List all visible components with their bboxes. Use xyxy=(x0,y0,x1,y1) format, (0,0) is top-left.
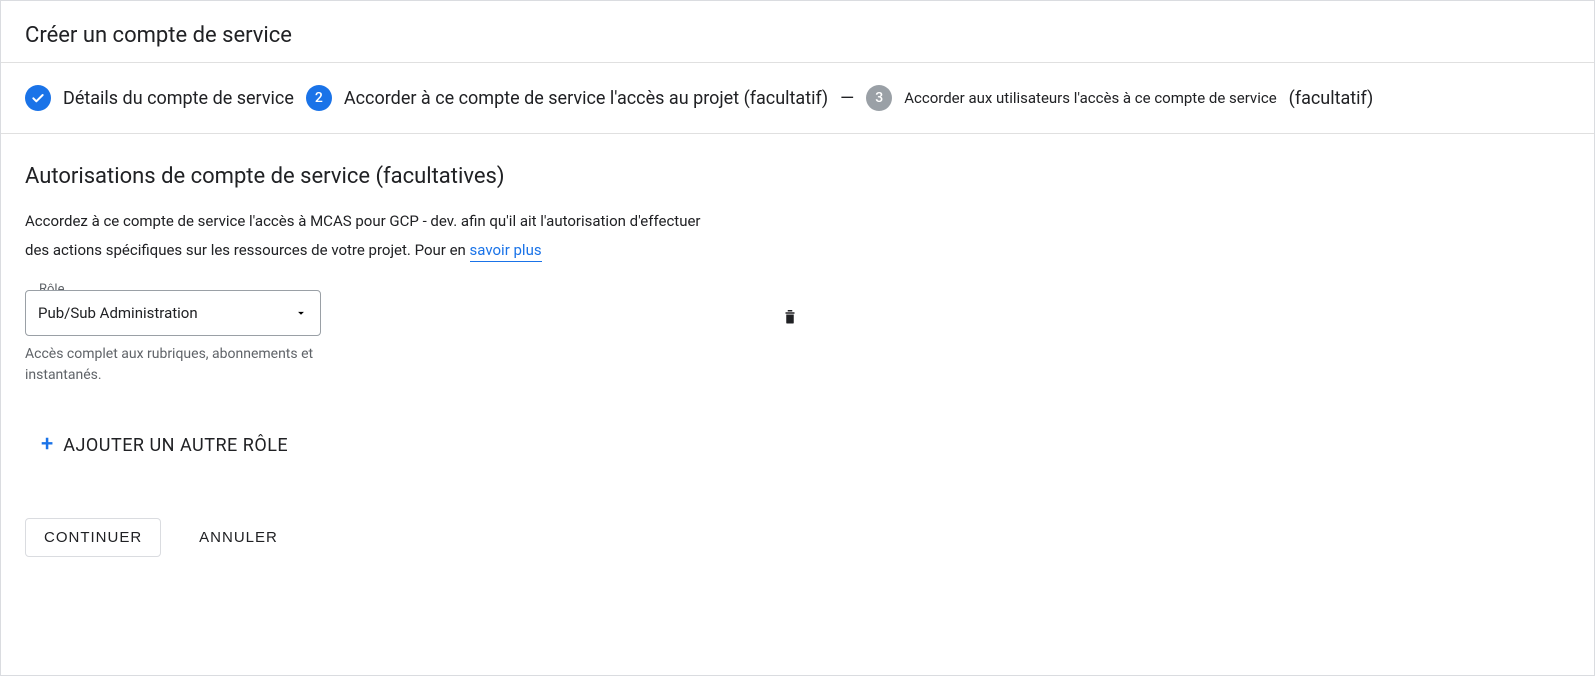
page-header: Créer un compte de service xyxy=(1,1,1594,62)
learn-more-link[interactable]: savoir plus xyxy=(470,241,542,262)
continue-button[interactable]: CONTINUER xyxy=(25,518,161,557)
step-3[interactable]: 3 Accorder aux utilisateurs l'accès à ce… xyxy=(866,85,1276,111)
step-1-label: Détails du compte de service xyxy=(63,88,294,109)
actions-row: CONTINUER ANNULER xyxy=(25,518,1570,557)
desc-text: Accordez à ce compte de service l'accès … xyxy=(25,212,701,259)
cancel-button[interactable]: ANNULER xyxy=(199,529,278,546)
role-selected-value: Pub/Sub Administration xyxy=(38,304,198,322)
step-2-number: 2 xyxy=(306,85,332,111)
role-select[interactable]: Pub/Sub Administration xyxy=(25,290,321,336)
trash-icon xyxy=(781,306,799,326)
stepper: Détails du compte de service 2 Accorder … xyxy=(1,62,1594,134)
add-role-button[interactable]: + AJOUTER UN AUTRE RÔLE xyxy=(41,434,1570,456)
section-title: Autorisations de compte de service (facu… xyxy=(25,164,1570,189)
add-role-label: AJOUTER UN AUTRE RÔLE xyxy=(63,435,288,456)
caret-down-icon xyxy=(294,306,308,320)
page-container: Créer un compte de service Détails du co… xyxy=(0,0,1595,676)
step-2-label: Accorder à ce compte de service l'accès … xyxy=(344,88,828,109)
step-separator: — xyxy=(840,88,854,109)
step-3-number: 3 xyxy=(866,85,892,111)
step-3-suffix: (facultatif) xyxy=(1289,88,1374,109)
step-3-label: Accorder aux utilisateurs l'accès à ce c… xyxy=(904,89,1276,107)
plus-icon: + xyxy=(41,434,53,456)
section-description: Accordez à ce compte de service l'accès … xyxy=(25,207,725,264)
role-row: Rôle Pub/Sub Administration Accès comple… xyxy=(25,290,805,386)
delete-role-button[interactable] xyxy=(775,300,805,332)
role-field: Rôle Pub/Sub Administration xyxy=(25,290,321,336)
page-title: Créer un compte de service xyxy=(25,23,1570,48)
step-1[interactable]: Détails du compte de service xyxy=(25,85,294,111)
step-2[interactable]: 2 Accorder à ce compte de service l'accè… xyxy=(306,85,828,111)
content-area: Autorisations de compte de service (facu… xyxy=(1,134,1594,581)
check-icon xyxy=(25,85,51,111)
role-helper-text: Accès complet aux rubriques, abonnements… xyxy=(25,344,325,386)
role-field-column: Rôle Pub/Sub Administration Accès comple… xyxy=(25,290,325,386)
